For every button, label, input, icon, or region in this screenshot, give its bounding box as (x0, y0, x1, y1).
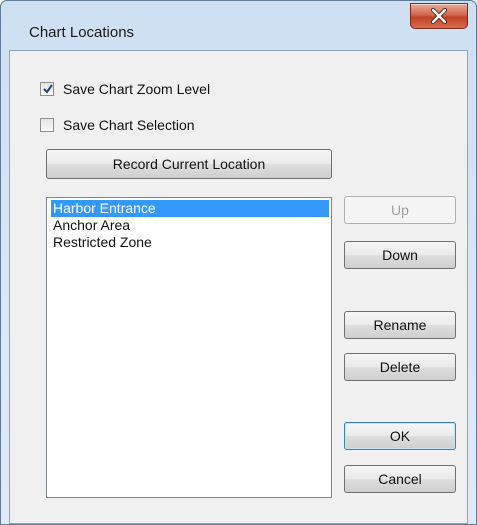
save-selection-option[interactable]: Save Chart Selection (40, 115, 195, 135)
close-icon (431, 8, 447, 24)
save-selection-label: Save Chart Selection (63, 117, 195, 133)
save-selection-checkbox[interactable] (40, 118, 54, 132)
list-item[interactable]: Restricted Zone (51, 234, 329, 251)
record-location-button[interactable]: Record Current Location (46, 149, 332, 179)
cancel-button[interactable]: Cancel (344, 465, 456, 493)
window-title: Chart Locations (29, 24, 135, 41)
locations-listbox[interactable]: Harbor Entrance Anchor Area Restricted Z… (46, 197, 332, 498)
save-zoom-option[interactable]: Save Chart Zoom Level (40, 79, 210, 99)
save-zoom-label: Save Chart Zoom Level (63, 81, 211, 97)
up-button[interactable]: Up (344, 196, 456, 224)
list-item[interactable]: Anchor Area (51, 217, 329, 234)
checkmark-icon (43, 84, 53, 94)
delete-button[interactable]: Delete (344, 353, 456, 381)
list-item[interactable]: Harbor Entrance (51, 200, 329, 217)
title-bar[interactable]: Chart Locations (1, 1, 476, 41)
rename-button[interactable]: Rename (344, 311, 456, 339)
down-button[interactable]: Down (344, 241, 456, 269)
save-zoom-checkbox[interactable] (40, 82, 54, 96)
ok-button[interactable]: OK (344, 422, 456, 450)
close-button[interactable] (410, 3, 468, 29)
